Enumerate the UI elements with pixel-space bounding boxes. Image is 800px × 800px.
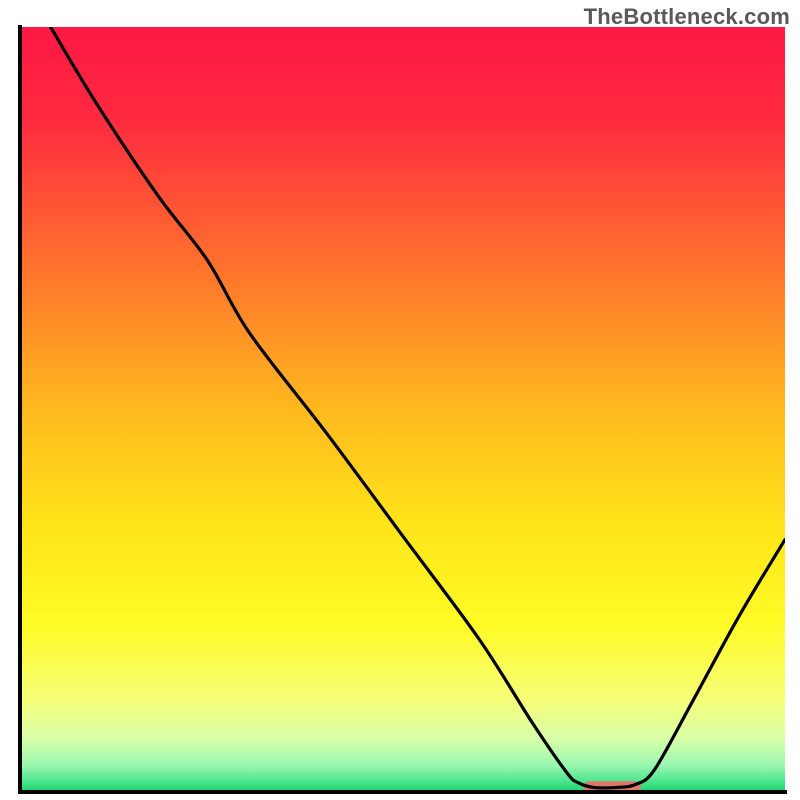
chart-container: TheBottleneck.com xyxy=(0,0,800,800)
bottleneck-chart xyxy=(0,0,800,800)
plot-background xyxy=(20,27,785,792)
